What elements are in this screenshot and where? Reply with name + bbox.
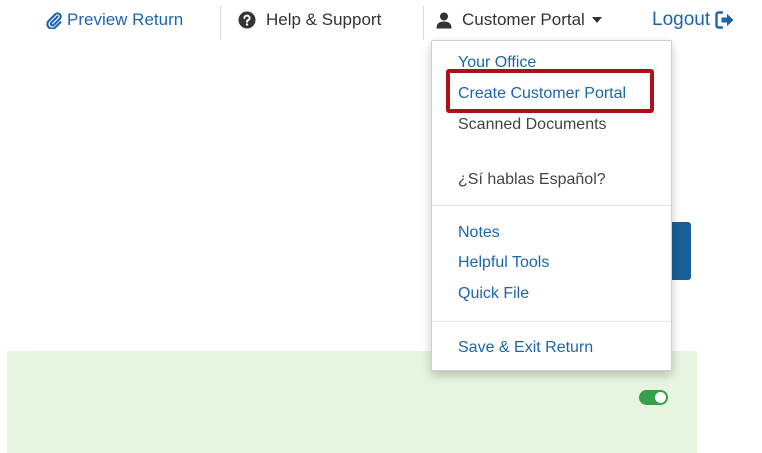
logout-label: Logout [652, 9, 711, 30]
customer-portal-menu[interactable]: Customer Portal [436, 6, 602, 34]
nav-divider [220, 6, 221, 40]
sign-out-icon [715, 11, 735, 29]
menu-item-notes[interactable]: Notes [458, 222, 500, 244]
menu-divider [432, 321, 671, 322]
menu-item-quick-file[interactable]: Quick File [458, 283, 529, 305]
top-nav: Preview Return Help & Support Customer P… [0, 6, 762, 40]
nav-divider [423, 6, 424, 40]
menu-item-scanned-documents[interactable]: Scanned Documents [458, 114, 607, 136]
menu-item-create-customer-portal[interactable]: Create Customer Portal [458, 83, 626, 105]
menu-item-spanish[interactable]: ¿Sí hablas Español? [458, 169, 606, 191]
paperclip-icon [45, 11, 63, 29]
preview-return-label: Preview Return [67, 10, 184, 29]
question-circle-icon [238, 11, 256, 29]
customer-portal-dropdown: Your Office Create Customer Portal Scann… [431, 40, 672, 371]
menu-divider [432, 205, 671, 206]
help-support-label: Help & Support [266, 10, 382, 29]
caret-down-icon [591, 17, 602, 23]
toggle-knob [655, 392, 666, 403]
help-support-link[interactable]: Help & Support [238, 6, 381, 34]
menu-item-your-office[interactable]: Your Office [458, 52, 536, 74]
menu-item-helpful-tools[interactable]: Helpful Tools [458, 252, 549, 274]
toggle-switch[interactable] [639, 390, 668, 405]
logout-link[interactable]: Logout [652, 6, 735, 34]
menu-item-save-exit-return[interactable]: Save & Exit Return [458, 337, 593, 359]
customer-portal-label: Customer Portal [462, 10, 585, 29]
user-icon [436, 12, 452, 29]
preview-return-link[interactable]: Preview Return [45, 6, 183, 34]
page: Preview Return Help & Support Customer P… [0, 0, 762, 453]
